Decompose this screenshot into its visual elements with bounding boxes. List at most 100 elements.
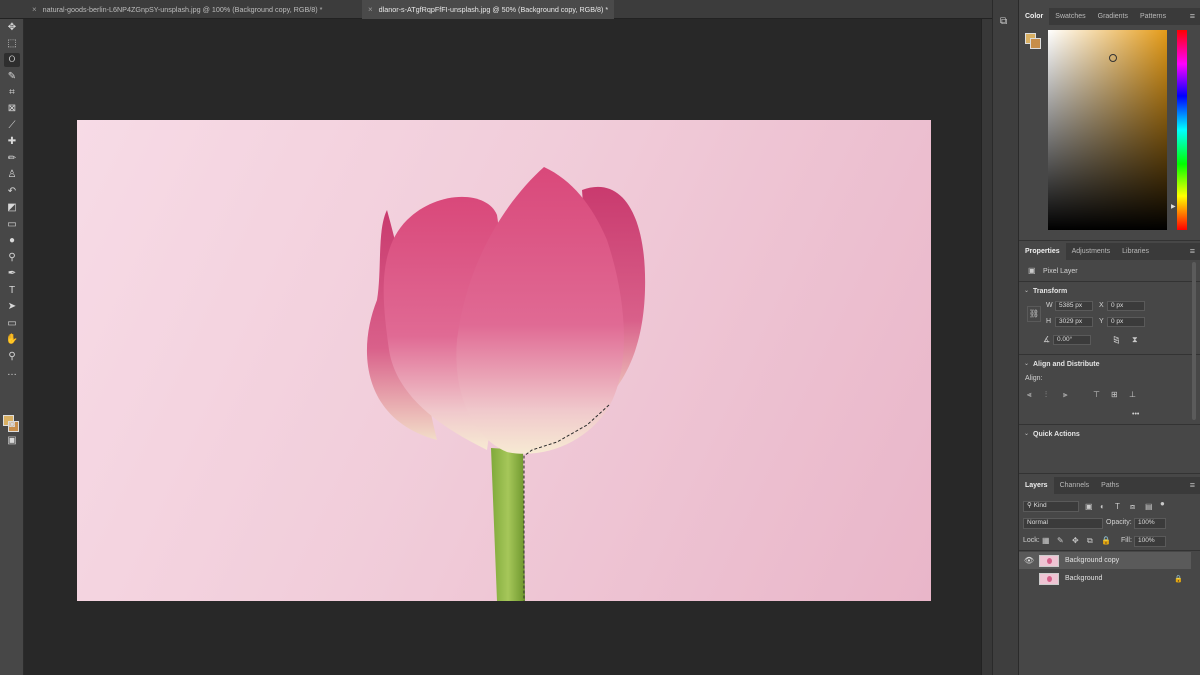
align-section-title[interactable]: Align and Distribute [1033, 361, 1100, 368]
align-center-h-icon[interactable]: ⫶ [1045, 391, 1047, 399]
lock-pixels-icon[interactable]: ✎ [1057, 537, 1064, 545]
panel-menu-icon[interactable]: ≡ [1190, 243, 1195, 260]
document-tab-bar: × natural-goods-berlin-L6NP4ZGnpSY-unspl… [0, 0, 992, 19]
opacity-label: Opacity: [1106, 519, 1132, 526]
tab-patterns[interactable]: Patterns [1134, 8, 1172, 25]
tab-properties[interactable]: Properties [1019, 243, 1066, 260]
lock-transparent-icon[interactable]: ▦ [1042, 537, 1050, 545]
brush-tool-icon[interactable]: ✏ [4, 152, 20, 166]
filter-adjustment-icon[interactable]: ◐ [1100, 503, 1105, 511]
frame-tool-icon[interactable]: ⊠ [4, 102, 20, 116]
flip-vertical-icon[interactable]: ⧗ [1132, 336, 1138, 344]
filter-type-icon[interactable]: T [1115, 503, 1120, 511]
align-left-icon[interactable]: ⫷ [1027, 391, 1032, 399]
width-field[interactable]: 5385 px [1055, 301, 1093, 311]
align-bottom-icon[interactable]: ⊥ [1129, 391, 1136, 399]
pen-tool-icon[interactable]: ✒ [4, 267, 20, 281]
filter-shape-icon[interactable]: ⧈ [1130, 503, 1135, 511]
quick-actions-title[interactable]: Quick Actions [1033, 431, 1080, 438]
width-label: W [1046, 302, 1053, 309]
dodge-tool-icon[interactable]: ⚲ [4, 251, 20, 265]
lasso-tool-icon[interactable]: ଠ [4, 53, 20, 67]
chevron-down-icon[interactable]: ⌄ [1024, 361, 1029, 367]
properties-panel-tabs: Properties Adjustments Libraries ≡ [1019, 243, 1200, 260]
chevron-down-icon[interactable]: ⌄ [1024, 288, 1029, 294]
quick-select-tool-icon[interactable]: ✎ [4, 70, 20, 84]
color-picker-marker[interactable] [1109, 54, 1117, 62]
rectangle-tool-icon[interactable]: ▭ [4, 317, 20, 331]
background-color-chip[interactable] [1030, 38, 1041, 49]
align-top-icon[interactable]: ⊤ [1093, 391, 1100, 399]
close-icon[interactable]: × [32, 5, 37, 14]
layer-thumbnail [1039, 572, 1059, 585]
tab-paths[interactable]: Paths [1095, 477, 1125, 494]
vertical-scrollbar[interactable] [981, 19, 992, 675]
lock-artboard-icon[interactable]: ⧉ [1087, 537, 1093, 545]
tab-channels[interactable]: Channels [1054, 477, 1096, 494]
tab-color[interactable]: Color [1019, 8, 1050, 25]
layer-row-background[interactable]: Background 🔒 [1019, 570, 1191, 587]
quick-mask-icon[interactable]: ◙ [4, 418, 20, 432]
layer-type-label: Pixel Layer [1043, 268, 1078, 275]
lock-all-icon[interactable]: 🔒 [1101, 537, 1111, 545]
crop-tool-icon[interactable]: ⌗ [4, 86, 20, 100]
layer-name: Background copy [1065, 557, 1120, 564]
panel-menu-icon[interactable]: ≡ [1190, 8, 1195, 25]
screen-mode-icon[interactable]: ▣ [4, 434, 20, 448]
tools-panel: ✥ ⬚ ଠ ✎ ⌗ ⊠ ⟋ ✚ ✏ ♙ ↶ ◩ ▭ ● ⚲ ✒ T ➤ ▭ ✋ … [0, 19, 24, 675]
link-icon[interactable]: ⛓ [1027, 306, 1041, 322]
tab-gradients[interactable]: Gradients [1092, 8, 1134, 25]
tab-swatches[interactable]: Swatches [1049, 8, 1091, 25]
angle-field[interactable]: 0.00° [1053, 335, 1091, 345]
clone-stamp-icon[interactable]: ♙ [4, 168, 20, 182]
transform-section-title[interactable]: Transform [1033, 288, 1067, 295]
type-tool-icon[interactable]: T [4, 284, 20, 298]
layer-filter-select[interactable]: ⚲ Kind [1023, 501, 1079, 512]
lock-position-icon[interactable]: ✥ [1072, 537, 1079, 545]
document-tab-natural-goods[interactable]: × natural-goods-berlin-L6NP4ZGnpSY-unspl… [26, 0, 328, 19]
blend-mode-select[interactable]: Normal [1023, 518, 1103, 529]
hue-slider-handle-icon[interactable]: ▶ [1171, 203, 1176, 210]
close-icon[interactable]: × [368, 5, 373, 14]
align-middle-v-icon[interactable]: ⊞ [1111, 391, 1118, 399]
color-field[interactable] [1048, 30, 1167, 230]
align-label: Align: [1025, 375, 1043, 382]
opacity-field[interactable]: 100% [1134, 518, 1166, 529]
healing-brush-icon[interactable]: ✚ [4, 135, 20, 149]
path-select-icon[interactable]: ➤ [4, 300, 20, 314]
image-canvas[interactable] [77, 120, 931, 601]
history-panel-icon[interactable]: ⧉ [1000, 16, 1013, 29]
height-field[interactable]: 3029 px [1055, 317, 1093, 327]
flip-horizontal-icon[interactable]: ⧎ [1113, 336, 1120, 344]
document-tab-dlanor[interactable]: × dlanor-s-ATgfRqpFfFI-unsplash.jpg @ 50… [362, 0, 615, 19]
eye-icon[interactable]: 👁 [1019, 556, 1039, 565]
blur-tool-icon[interactable]: ● [4, 234, 20, 248]
align-right-icon[interactable]: ⫸ [1063, 391, 1068, 399]
filter-pixel-icon[interactable]: ▣ [1085, 503, 1093, 511]
filter-toggle-icon[interactable]: ● [1160, 500, 1165, 508]
y-field[interactable]: 0 px [1107, 317, 1145, 327]
tab-libraries[interactable]: Libraries [1116, 243, 1155, 260]
x-field[interactable]: 0 px [1107, 301, 1145, 311]
more-tools-icon[interactable]: … [4, 366, 20, 380]
chevron-down-icon[interactable]: ⌄ [1024, 431, 1029, 437]
gradient-tool-icon[interactable]: ▭ [4, 218, 20, 232]
zoom-tool-icon[interactable]: ⚲ [4, 350, 20, 364]
move-tool-icon[interactable]: ✥ [4, 21, 20, 35]
history-brush-icon[interactable]: ↶ [4, 185, 20, 199]
fill-field[interactable]: 100% [1134, 536, 1166, 547]
tab-layers[interactable]: Layers [1019, 477, 1054, 494]
filter-smart-object-icon[interactable]: ▤ [1145, 503, 1153, 511]
tab-adjustments[interactable]: Adjustments [1066, 243, 1117, 260]
marquee-tool-icon[interactable]: ⬚ [4, 37, 20, 51]
eraser-tool-icon[interactable]: ◩ [4, 201, 20, 215]
y-label: Y [1099, 318, 1104, 325]
eyedropper-tool-icon[interactable]: ⟋ [4, 119, 20, 133]
properties-scrollbar[interactable] [1192, 262, 1196, 420]
more-options-icon[interactable]: ••• [1132, 411, 1139, 418]
hue-slider[interactable] [1177, 30, 1187, 230]
panel-menu-icon[interactable]: ≡ [1190, 477, 1195, 494]
lock-icon: 🔒 [1174, 575, 1183, 583]
layer-row-background-copy[interactable]: 👁 Background copy [1019, 552, 1191, 569]
hand-tool-icon[interactable]: ✋ [4, 333, 20, 347]
